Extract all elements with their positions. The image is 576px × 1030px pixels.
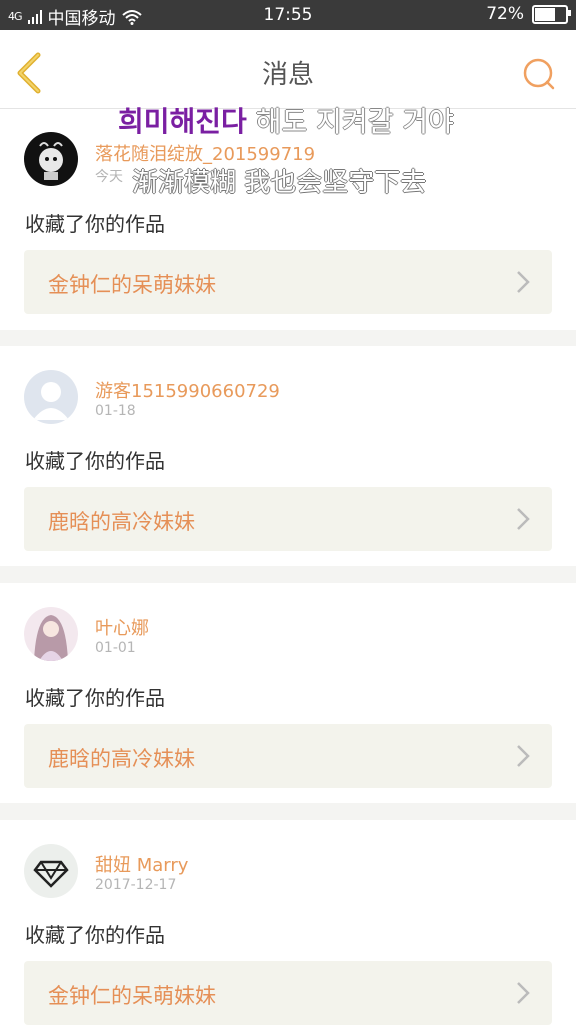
avatar[interactable] (24, 844, 78, 898)
work-link[interactable]: 鹿晗的高冷妹妹 (24, 487, 552, 551)
page-title: 消息 (261, 60, 314, 90)
work-link[interactable]: 鹿晗的高冷妹妹 (24, 724, 552, 788)
avatar-character-icon (39, 142, 63, 180)
message-card: 叶心娜 01-01 收藏了你的作品 鹿晗的高冷妹妹 (0, 583, 576, 803)
work-title: 金钟仁的呆萌妹妹 (48, 273, 216, 297)
message-time: 01-01 (95, 640, 136, 656)
work-link[interactable]: 金钟仁的呆萌妹妹 (24, 250, 552, 314)
lyric-overlay-chinese: 渐渐模糊 我也会坚守下去 (132, 168, 427, 198)
lyric-korean-part1: 희미해진다 (118, 105, 247, 138)
chevron-right-icon (517, 271, 530, 293)
action-text: 收藏了你的作品 (25, 923, 165, 947)
message-time: 今天 (95, 169, 123, 185)
message-time: 2017-12-17 (95, 877, 177, 893)
message-card: 甜妞 Marry 2017-12-17 收藏了你的作品 金钟仁的呆萌妹妹 (0, 820, 576, 1030)
user-name[interactable]: 叶心娜 (95, 614, 149, 640)
avatar[interactable] (24, 132, 78, 186)
chevron-right-icon (517, 982, 530, 1004)
work-title: 鹿晗的高冷妹妹 (48, 510, 195, 534)
chevron-right-icon (517, 508, 530, 530)
message-time: 01-18 (95, 403, 136, 419)
message-card: 落花随泪绽放_201599719 今天 收藏了你的作品 金钟仁的呆萌妹妹 (0, 109, 576, 330)
chevron-right-icon (517, 745, 530, 767)
status-right: 72% (486, 4, 571, 24)
status-bar: 4G 中国移动 17:55 72% (0, 0, 576, 30)
battery-icon (532, 4, 571, 24)
action-text: 收藏了你的作品 (25, 212, 165, 236)
user-name[interactable]: 甜妞 Marry (95, 851, 188, 877)
lyric-overlay-korean: 희미해진다 해도 지켜갈 거야 (118, 100, 454, 140)
default-user-icon (33, 382, 69, 420)
user-name[interactable]: 游客1515990660729 (95, 377, 280, 403)
exo-logo-icon (33, 860, 69, 888)
lyric-korean-part2: 해도 지켜갈 거야 (246, 105, 454, 138)
action-text: 收藏了你的作品 (25, 686, 165, 710)
action-text: 收藏了你的作品 (25, 449, 165, 473)
avatar-girl-icon (34, 615, 68, 661)
navbar: 消息 (0, 30, 576, 109)
battery-percent: 72% (486, 4, 524, 24)
avatar[interactable] (24, 370, 78, 424)
work-title: 金钟仁的呆萌妹妹 (48, 984, 216, 1008)
message-card: 游客1515990660729 01-18 收藏了你的作品 鹿晗的高冷妹妹 (0, 346, 576, 566)
work-link[interactable]: 金钟仁的呆萌妹妹 (24, 961, 552, 1025)
avatar[interactable] (24, 607, 78, 661)
search-icon[interactable] (522, 57, 556, 91)
work-title: 鹿晗的高冷妹妹 (48, 747, 195, 771)
